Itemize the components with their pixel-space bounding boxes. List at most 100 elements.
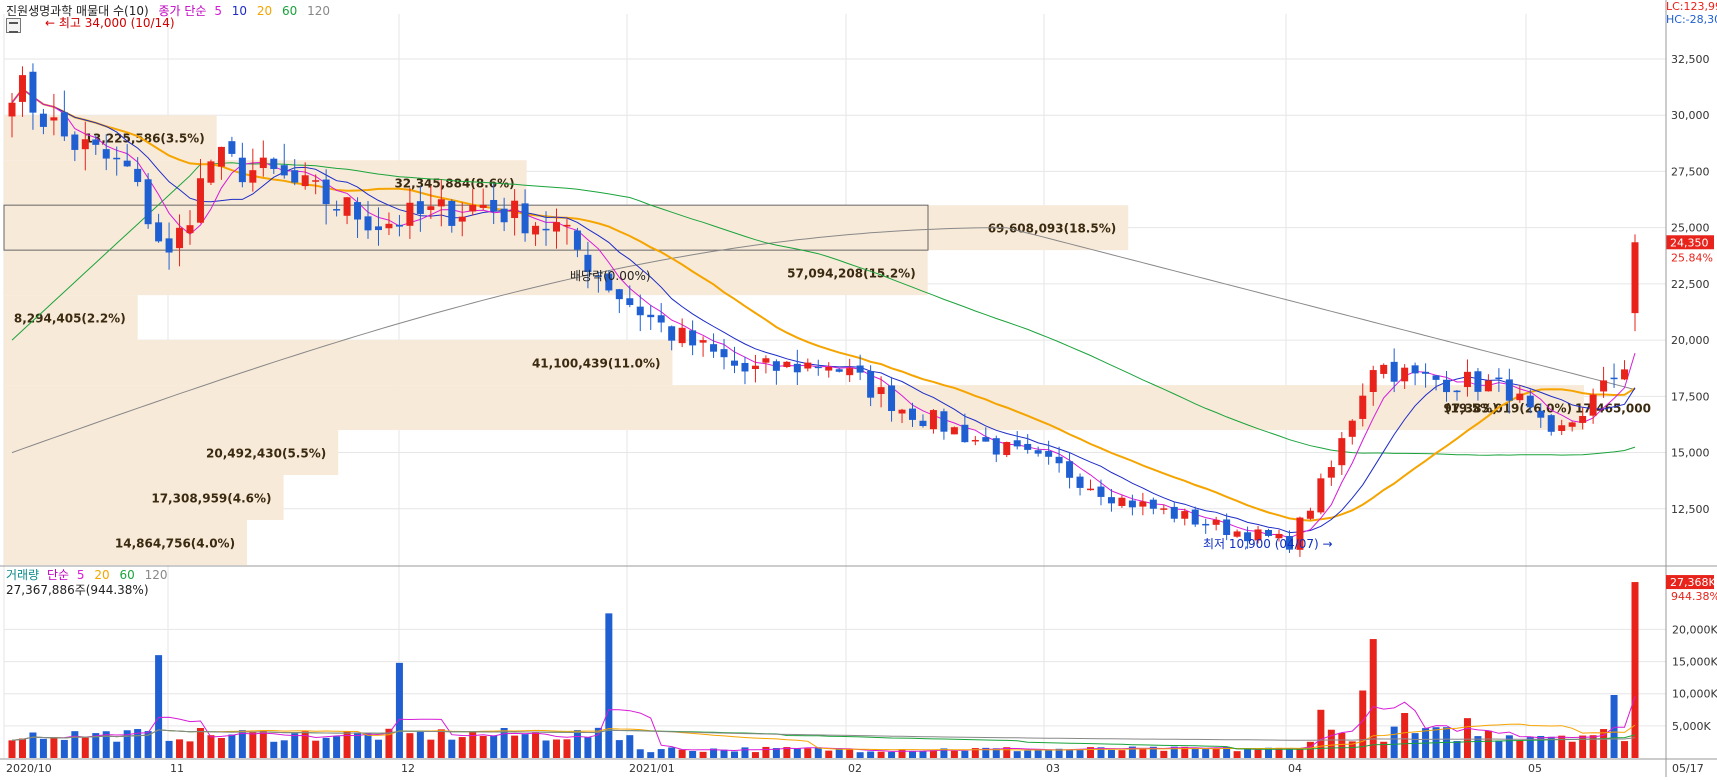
price-header: 진원생명과학 매물대 수(10) 종가 단순 5 10 20 60 120 <box>6 2 336 19</box>
y-tick-label: 17,500 <box>1671 390 1710 403</box>
candle-body <box>1516 393 1524 401</box>
volume-bar <box>1076 749 1084 758</box>
volume-bar <box>1621 741 1629 758</box>
candle-body <box>1139 501 1147 507</box>
volume-bar <box>730 751 738 758</box>
volume-bar <box>60 739 68 758</box>
candle-body <box>825 366 833 371</box>
volume-bar <box>521 734 529 758</box>
volume-bar <box>458 737 466 758</box>
candle-body <box>437 199 445 207</box>
candle-body <box>448 200 456 226</box>
y-tick-label: 20,000 <box>1671 334 1710 347</box>
volume-bar <box>804 748 812 758</box>
candle-body <box>60 112 68 137</box>
volume-bar <box>1202 748 1210 758</box>
last-price-label: 24,350 <box>1670 236 1709 249</box>
candle-body <box>846 368 854 376</box>
candle-body <box>102 149 110 159</box>
volume-bar <box>636 749 644 758</box>
volume-bar <box>291 733 299 758</box>
volume-bar <box>217 738 225 758</box>
candle-body <box>176 227 184 249</box>
candle-body <box>1463 371 1471 388</box>
volume-bar <box>1411 733 1419 758</box>
candle-body <box>615 289 623 300</box>
volume-bar <box>888 751 896 758</box>
volume-bar <box>18 738 26 758</box>
volume-bar <box>1254 749 1262 758</box>
candle-body <box>1087 488 1095 491</box>
candle-body <box>39 113 47 127</box>
y-tick-label: 27,500 <box>1671 165 1710 178</box>
volume-bar <box>929 750 937 758</box>
volume-bar <box>1118 750 1126 758</box>
volume-bar <box>856 752 864 758</box>
volume-bar <box>563 739 571 758</box>
candle-body <box>479 204 487 208</box>
candle-body <box>699 340 707 343</box>
candle-body <box>1317 478 1325 513</box>
volume-title: 거래량 <box>6 568 40 582</box>
volume-bar <box>8 740 16 758</box>
volume-bar <box>793 748 801 758</box>
candle-body <box>626 298 634 305</box>
volume-tick-label: 5,000K <box>1672 720 1711 733</box>
volume-bar <box>427 739 435 758</box>
volume-bar <box>751 752 759 758</box>
volume-bar <box>835 748 843 758</box>
candle-body <box>573 230 581 250</box>
candle-body <box>1149 499 1157 509</box>
candle-body <box>1537 410 1545 418</box>
candle-body <box>354 202 362 220</box>
volume-bar <box>741 747 749 758</box>
candle-body <box>186 225 194 234</box>
candle-body <box>291 170 299 183</box>
volume-bar <box>877 751 885 758</box>
candle-body <box>1631 242 1639 314</box>
candle-body <box>1474 371 1482 392</box>
volume-bar <box>176 739 184 758</box>
candle-body <box>772 361 780 371</box>
ma-label: 종가 단순 <box>158 4 207 18</box>
candle-body <box>1422 371 1430 374</box>
volume-bar <box>1369 639 1377 758</box>
candle-body <box>1076 476 1084 488</box>
chart-settings-button[interactable] <box>6 18 21 33</box>
candle-body <box>511 200 519 219</box>
candle-body <box>1097 486 1105 497</box>
candle-body <box>1338 438 1346 466</box>
candle-body <box>1128 500 1136 508</box>
volume-bar <box>825 750 833 758</box>
volume-bar <box>395 662 403 758</box>
volume-bar <box>186 741 194 758</box>
ma5-label: 5 <box>214 4 222 18</box>
candle-body <box>521 203 529 234</box>
x-tick-label: 05 <box>1528 762 1542 775</box>
candle-body <box>1170 506 1178 519</box>
candle-body <box>490 199 498 212</box>
volume-bar <box>1024 750 1032 758</box>
volume-bar <box>626 735 634 758</box>
volume-bar <box>29 732 37 758</box>
candle-body <box>1558 425 1566 431</box>
candle-body <box>1034 450 1042 454</box>
volume-bar <box>479 735 487 758</box>
candle-body <box>909 408 917 420</box>
candle-body <box>888 385 896 411</box>
candle-body <box>950 427 958 435</box>
candle-body <box>406 202 414 226</box>
volume-profile-label: 20,492,430(5.5%) <box>206 447 326 461</box>
candle-body <box>217 146 225 167</box>
volume-bar <box>406 733 414 758</box>
y-tick-label: 12,500 <box>1671 503 1710 516</box>
candle-body <box>1223 519 1231 535</box>
candle-body <box>50 117 58 121</box>
candle-body <box>867 370 875 398</box>
volume-bar <box>333 736 341 758</box>
low-annotation: 최저 10,900 (04/07) → <box>1203 537 1333 551</box>
candle-body <box>1579 416 1587 423</box>
volume-bar <box>1212 748 1220 758</box>
volume-bar <box>647 752 655 758</box>
candle-body <box>856 365 864 373</box>
